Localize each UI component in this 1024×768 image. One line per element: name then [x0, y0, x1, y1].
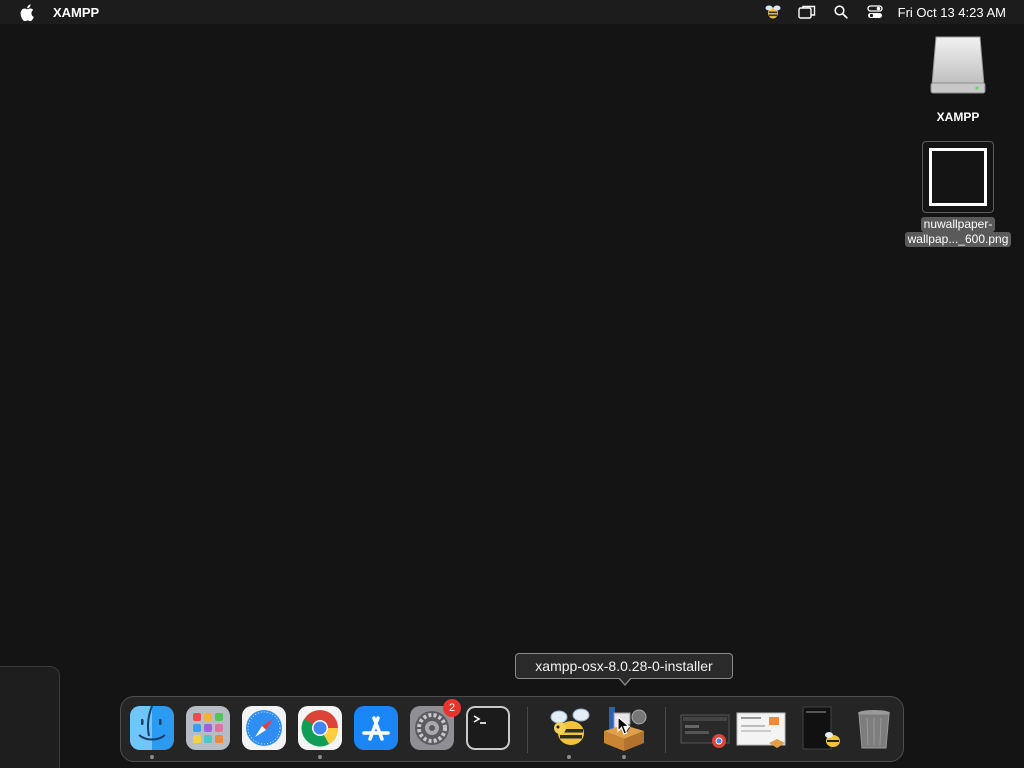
- running-indicator: [622, 755, 626, 759]
- xampp-bee-icon[interactable]: [763, 3, 783, 21]
- running-indicator: [567, 755, 571, 759]
- dock-tooltip-arrow-inner: [619, 677, 631, 684]
- notification-badge: 2: [443, 699, 461, 717]
- dock: 2: [120, 696, 904, 762]
- installer-window-thumbnail-icon[interactable]: [735, 705, 787, 751]
- menu-bar: XAMPP Fri Oct 13 4:23 AM: [0, 0, 1024, 24]
- offscreen-window-edge[interactable]: [0, 666, 60, 768]
- desktop-item-wallpaper-png[interactable]: nuwallpaper- wallpap..._600.png: [893, 141, 1023, 247]
- spotlight-search-icon[interactable]: [831, 3, 851, 21]
- dock-separator: [665, 707, 666, 753]
- active-app-name[interactable]: XAMPP: [53, 5, 99, 20]
- desktop-item-xampp-volume[interactable]: XAMPP: [893, 34, 1023, 125]
- chrome-icon[interactable]: [297, 705, 343, 751]
- dock-tooltip: xampp-osx-8.0.28-0-installer: [515, 653, 733, 679]
- xampp-bee-icon[interactable]: [547, 705, 593, 751]
- launchpad-icon[interactable]: [185, 705, 231, 751]
- desktop-item-label-line2: wallpap..._600.png: [904, 232, 1012, 247]
- finder-icon[interactable]: [129, 705, 175, 751]
- terminal-icon[interactable]: [465, 705, 511, 751]
- control-center-icon[interactable]: [865, 3, 885, 21]
- running-indicator: [150, 755, 154, 759]
- xampp-window-thumbnail-icon[interactable]: [795, 705, 845, 751]
- desktop-item-label-line1: nuwallpaper-: [920, 217, 996, 232]
- screen-mirroring-icon[interactable]: [797, 3, 817, 21]
- disk-drive-icon: [927, 34, 989, 101]
- chrome-window-thumbnail-icon[interactable]: [679, 705, 731, 751]
- running-indicator: [318, 755, 322, 759]
- system-settings-icon[interactable]: 2: [409, 699, 461, 751]
- safari-icon[interactable]: [241, 705, 287, 751]
- menu-bar-clock[interactable]: Fri Oct 13 4:23 AM: [898, 5, 1006, 20]
- app-store-icon[interactable]: [353, 705, 399, 751]
- mouse-cursor-icon: [617, 715, 631, 741]
- trash-icon[interactable]: [851, 705, 897, 751]
- dock-separator: [527, 707, 528, 753]
- image-file-icon: [922, 141, 994, 213]
- desktop-item-label: XAMPP: [936, 110, 980, 124]
- apple-menu-icon[interactable]: [18, 3, 36, 21]
